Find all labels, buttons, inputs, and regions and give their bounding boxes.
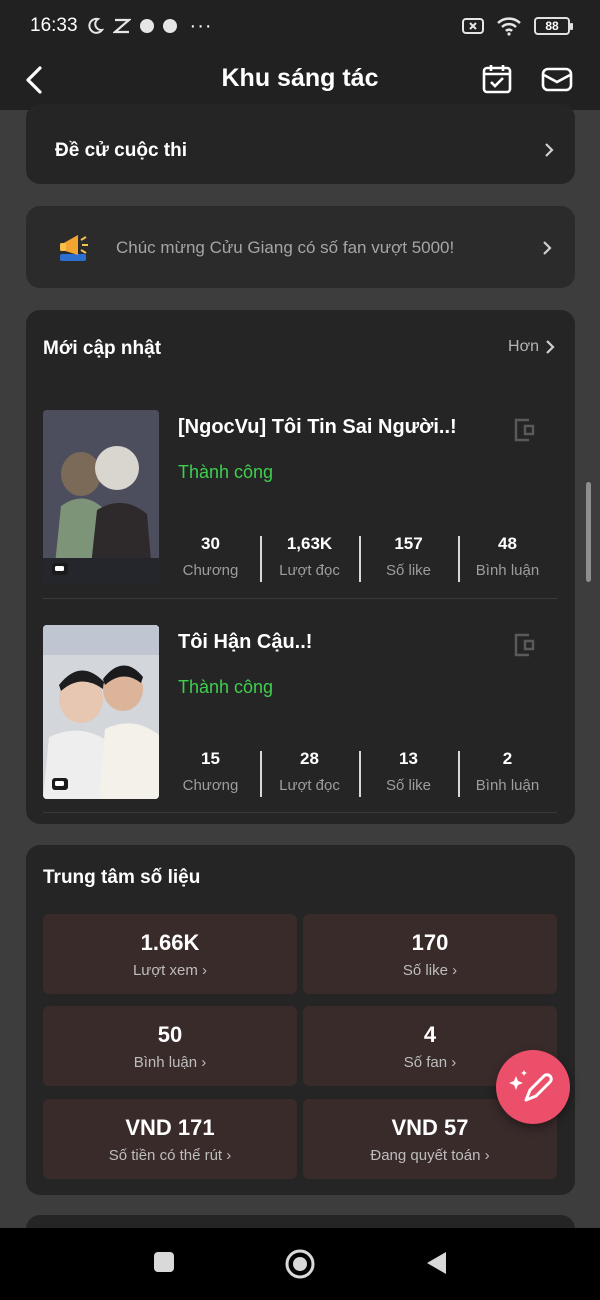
data-center-card: Trung tâm số liệu 1.66K Lượt xem › 170 S… [26,845,575,1195]
stat-comments: 48 Bình luận [458,534,557,584]
contest-label: Đề cử cuộc thi [55,140,188,161]
comment-badge-icon [52,778,68,790]
book-title[interactable]: Tôi Hận Cậu..! [178,631,312,654]
section-title: Mới cập nhật [43,338,162,359]
divider [43,812,557,813]
stat-value: 1,63K [286,534,333,553]
metric-views[interactable]: 1.66K Lượt xem › [43,914,297,994]
stat-value: 28 [300,749,319,768]
cover-illustration [43,625,159,799]
metric-label: Lượt xem › [132,962,208,979]
metric-label: Bình luận › [133,1054,207,1071]
notification-dot-icon [162,19,177,33]
chevron-right-icon: › [226,1147,232,1164]
chevron-right-icon [543,241,552,255]
metric-comments[interactable]: 50 Bình luận › [43,1006,297,1086]
stat-reads: 1,63K Lượt đọc [260,534,359,584]
divider [43,598,557,599]
more-notifications: ··· [189,14,213,37]
stat-value: 13 [399,749,418,768]
stat-reads: 28 Lượt đọc [260,749,359,799]
section-title: Trung tâm số liệu [43,867,201,888]
chevron-right-icon: › [484,1147,490,1164]
megaphone-icon [60,235,88,261]
metric-likes[interactable]: 170 Số like › [303,914,557,994]
stat-label: Số like [385,562,432,579]
stat-value: 30 [201,534,220,553]
stat-label: Chương [182,562,239,579]
home-icon[interactable] [284,1248,316,1280]
screen: 16:33 ··· 88 Khu sáng tác Đề cử cuộc thi [0,0,600,1300]
metric-value: VND 171 [125,1115,215,1140]
capcut-icon [112,18,131,34]
stat-comments: 2 Bình luận [458,749,557,799]
stat-value: 15 [201,749,220,768]
status-icons-left: ··· [86,15,213,38]
contest-nomination-row[interactable]: Đề cử cuộc thi [26,104,575,184]
book-title[interactable]: [NgocVu] Tôi Tin Sai Người..! [178,416,457,439]
stat-likes: 157 Số like [359,534,458,584]
stat-value: 157 [394,534,423,553]
book-cover[interactable] [43,625,159,799]
chevron-right-icon [545,143,554,157]
calendar-check-icon[interactable] [480,62,514,96]
stat-label: Bình luận [475,562,540,579]
chevron-right-icon: › [451,1054,457,1071]
sim-x-icon [462,18,484,34]
status-bar: 16:33 ··· 88 [0,0,600,52]
book-status: Thành công [178,677,274,697]
edit-book-icon[interactable] [511,416,537,444]
back-nav-icon[interactable] [424,1250,448,1276]
chevron-right-icon [546,340,555,354]
metric-value: 50 [157,1022,183,1047]
announcement-banner[interactable]: Chúc mừng Cửu Giang có số fan vượt 5000! [26,206,575,288]
wifi-icon [497,17,521,36]
scrollbar[interactable] [586,482,591,582]
metric-label: Số like › [402,962,458,979]
announcement-text: Chúc mừng Cửu Giang có số fan vượt 5000! [116,238,455,257]
moon-icon [87,17,104,34]
book-cover[interactable] [43,410,159,584]
metric-value: 4 [423,1022,437,1047]
metric-label: Đang quyết toán › [370,1147,490,1164]
stat-chapters: 15 Chương [161,749,260,799]
stat-label: Số like [385,777,432,794]
system-nav-bar [0,1228,600,1300]
battery-icon: 88 [534,17,573,35]
stat-label: Lượt đọc [279,562,340,579]
book-item[interactable]: [NgocVu] Tôi Tin Sai Người..! Thành công… [43,410,557,600]
mail-icon[interactable] [540,62,574,96]
chevron-right-icon: › [202,962,208,979]
stat-chapters: 30 Chương [161,534,260,584]
stat-value: 48 [498,534,517,553]
stat-label: Chương [182,777,239,794]
book-stats: 30 Chương 1,63K Lượt đọc 157 Số like 48 Bình… [161,534,557,584]
recent-updates-card: Mới cập nhật Hơn [NgocVu] Tôi Tin Sai Ng… [26,310,575,824]
chevron-right-icon: › [452,962,458,979]
book-item[interactable]: Tôi Hận Cậu..! Thành công 15 Chương 28 Lượ… [43,625,557,815]
metric-value: 170 [411,930,449,955]
chevron-right-icon: › [201,1054,207,1071]
status-icons-right: 88 [462,16,573,36]
edit-book-icon[interactable] [511,631,537,659]
stat-label: Bình luận [475,777,540,794]
more-label: Hơn [508,338,539,355]
stat-likes: 13 Số like [359,749,458,799]
top-app-bar: Khu sáng tác [0,52,600,110]
metric-withdrawable[interactable]: VND 171 Số tiền có thể rút › [43,1099,297,1179]
more-link[interactable]: Hơn [508,338,555,356]
metric-label: Số tiền có thể rút › [108,1147,232,1164]
stat-value: 2 [502,749,513,768]
recents-icon[interactable] [152,1250,176,1274]
stat-label: Lượt đọc [279,777,340,794]
comment-badge-icon [52,563,68,575]
write-fab-button[interactable] [496,1050,570,1124]
book-stats: 15 Chương 28 Lượt đọc 13 Số like 2 Bình luận [161,749,557,799]
cover-illustration [43,410,159,584]
metric-value: 1.66K [140,930,200,955]
pencil-sparkle-icon [509,1070,553,1102]
status-time: 16:33 [30,15,78,36]
notification-dot-icon [139,19,154,33]
book-status: Thành công [178,462,274,482]
